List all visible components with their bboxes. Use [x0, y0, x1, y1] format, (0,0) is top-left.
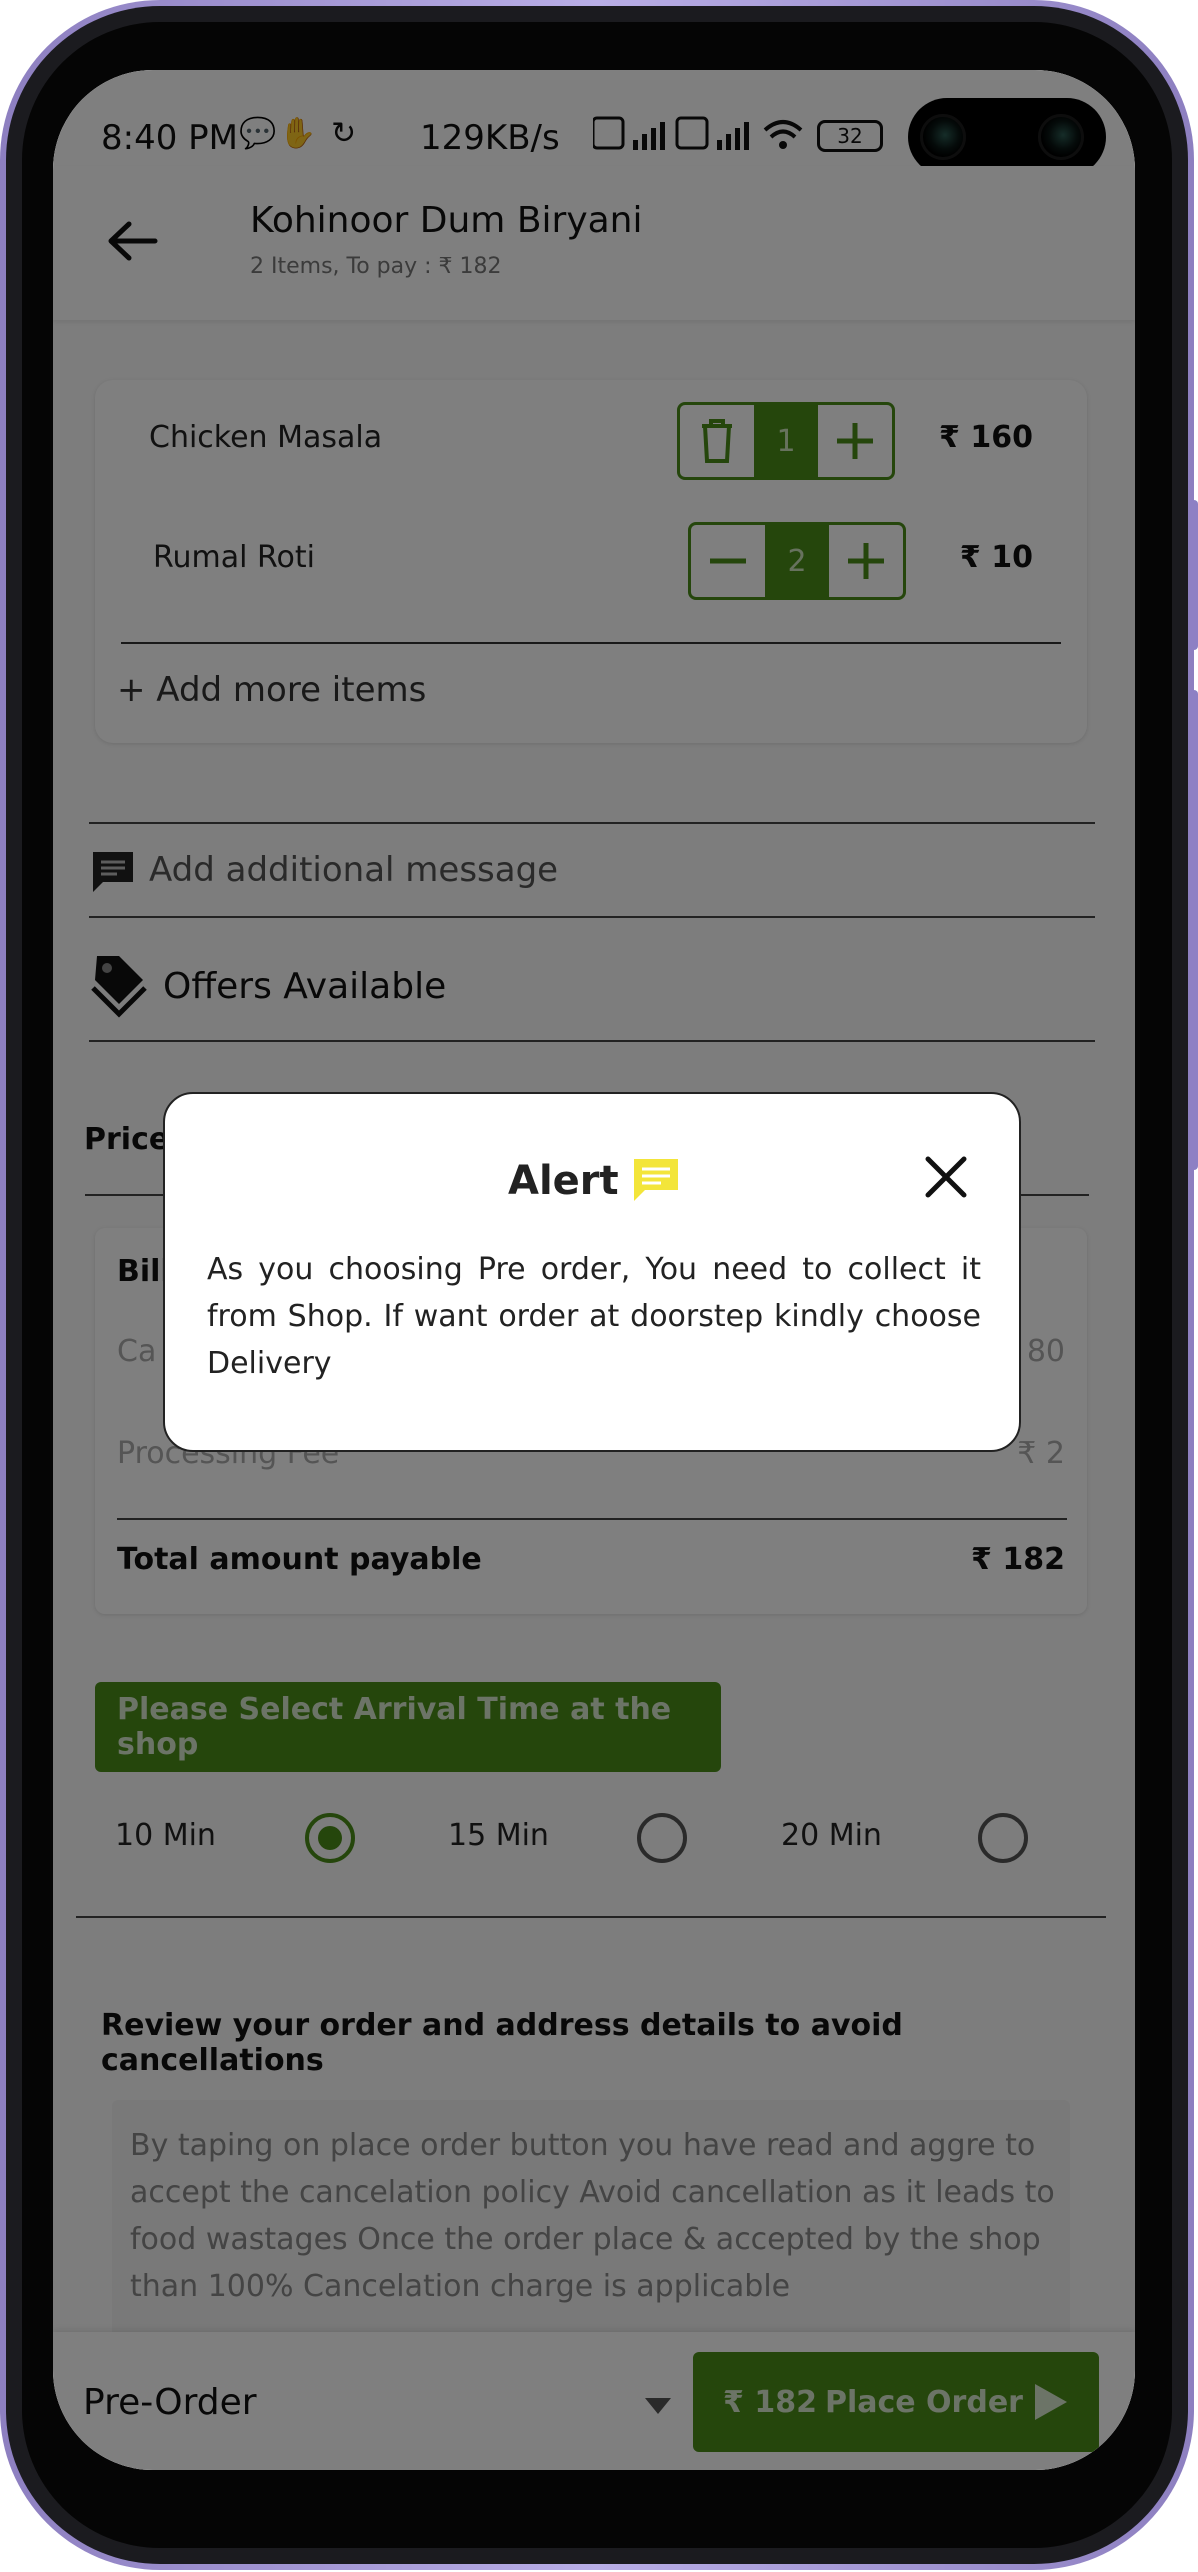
alert-dialog: Alert As you choosing Pre order, You nee…	[163, 1092, 1021, 1452]
phone-volume-button	[1190, 690, 1198, 1170]
app-screen: 8:40 PM 💬 ✋ ↻ 129KB/s 32 Kohinoor Dum Bi…	[53, 70, 1135, 2470]
alert-message: As you choosing Pre order, You need to c…	[207, 1252, 981, 1381]
chat-icon	[634, 1159, 678, 1201]
close-icon[interactable]	[923, 1154, 969, 1200]
phone-side-button	[1190, 500, 1198, 650]
alert-title: Alert	[508, 1158, 619, 1204]
